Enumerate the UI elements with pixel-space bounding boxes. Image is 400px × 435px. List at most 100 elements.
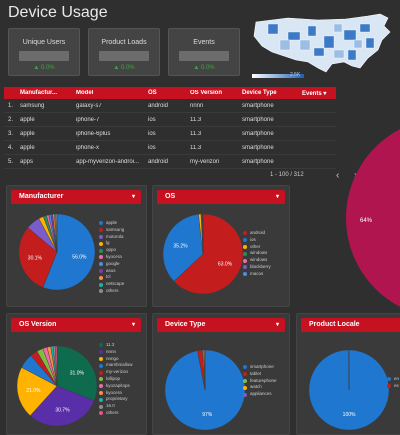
legend-swatch (99, 255, 103, 260)
col-device-type[interactable]: Device Type (242, 90, 302, 96)
legend-swatch (243, 238, 247, 243)
table-row[interactable]: 2. apple iphone-7 ios 11.3 smartphone (4, 113, 336, 127)
legend-item[interactable]: ios (243, 237, 271, 244)
legend-item[interactable]: lg (99, 240, 124, 247)
legend-label: tcl (106, 274, 111, 280)
legend-swatch (99, 275, 103, 280)
device-type-legend: smartphone tablet featurephone watch applian… (243, 364, 277, 398)
legend-item[interactable]: en (387, 376, 399, 383)
legend-item[interactable]: 11.3 (99, 342, 133, 349)
table-cell: apps (20, 158, 34, 165)
legend-swatch (99, 289, 103, 294)
pie-data-label: 35.2% (173, 244, 188, 250)
large-pie-chart[interactable]: 64% (346, 118, 400, 318)
map-legend-max: 2.5K (290, 72, 301, 78)
table-row[interactable]: 3. apple iphone-6plus ios 11.3 smartphone (4, 127, 336, 141)
legend-item[interactable]: windows (243, 250, 271, 257)
legend-item[interactable]: lollipop (99, 376, 133, 383)
table-cell: 11.3 (190, 116, 202, 123)
kpi-label: Product Loads (101, 39, 147, 46)
table-cell: nnnn (190, 102, 204, 109)
kpi-unique-users[interactable]: Unique Users ▲ 0.0% (8, 28, 80, 76)
legend-swatch (243, 258, 247, 263)
os-panel: OS ▾ 63.0% 35.2% android ios other windows wi… (152, 185, 290, 307)
table-cell: apple (20, 116, 35, 123)
legend-item[interactable]: tcl (99, 274, 124, 281)
col-model[interactable]: Model (76, 90, 148, 96)
col-events[interactable]: Events ▾ (302, 90, 336, 97)
table-cell: 1. (8, 102, 14, 109)
us-map-geo-chart[interactable]: 2.5K (248, 10, 400, 82)
legend-item[interactable]: kyocera (99, 254, 124, 261)
device-type-panel: Device Type ▾ 97% smartphone tablet featur… (152, 313, 290, 435)
legend-item[interactable]: google (99, 261, 124, 268)
kpi-product-loads[interactable]: Product Loads ▲ 0.0% (88, 28, 160, 76)
prev-page-button[interactable]: ‹ (336, 170, 339, 181)
table-row[interactable]: 4. apple iphone-x ios 11.3 smartphone (4, 141, 336, 155)
legend-item[interactable]: apple (99, 220, 124, 227)
manufacturer-pie-chart: 56.0% 30.1% (18, 213, 96, 291)
legend-item[interactable]: 16.0 (99, 403, 133, 410)
os-legend: android ios other windows windows blackberry m… (243, 230, 271, 278)
legend-label: windows (250, 257, 268, 263)
legend-item[interactable]: macos (243, 271, 271, 278)
legend-item[interactable]: watch (243, 384, 277, 391)
legend-item[interactable]: proprietary (99, 396, 133, 403)
large-pie-label: 64% (360, 218, 373, 224)
legend-item[interactable]: samsung (99, 227, 124, 234)
legend-label: marshmallow (106, 362, 133, 368)
legend-label: en (394, 376, 400, 381)
legend-label: macos (250, 270, 264, 276)
legend-label: ios (250, 236, 256, 242)
legend-item[interactable]: featurephone (243, 378, 277, 385)
legend-item[interactable]: android (243, 230, 271, 237)
table-cell: apple (20, 144, 35, 151)
legend-label: samsung (106, 226, 125, 232)
product-locale-panel: Product Locale 100% en es (296, 313, 400, 435)
legend-label: oppo (106, 247, 117, 253)
legend-item[interactable]: es (387, 383, 399, 390)
legend-item[interactable]: smartphone (243, 364, 277, 371)
legend-swatch (99, 228, 103, 233)
legend-item[interactable]: kyozapitops (99, 383, 133, 390)
legend-item[interactable]: nnngo (99, 356, 133, 363)
legend-item[interactable]: kyocera (99, 390, 133, 397)
legend-label: proprietary (106, 396, 128, 402)
pie-data-label: 31.0% (70, 371, 85, 377)
legend-item[interactable]: my-verizon (99, 369, 133, 376)
table-cell: android (148, 158, 169, 165)
legend-item[interactable]: motorola (99, 234, 124, 241)
legend-item[interactable]: windows (243, 257, 271, 264)
col-os-version[interactable]: OS Version (190, 90, 242, 96)
table-cell: ios (148, 116, 156, 123)
col-os[interactable]: OS (148, 90, 190, 96)
table-cell: ios (148, 144, 156, 151)
legend-swatch (387, 377, 391, 382)
legend-item[interactable]: others (99, 288, 124, 295)
legend-label: windows (250, 250, 268, 256)
kpi-events[interactable]: Events ▲ 0.0% (168, 28, 240, 76)
legend-item[interactable]: marshmallow (99, 362, 133, 369)
page-title: Device Usage (8, 4, 108, 21)
legend-item[interactable]: others (99, 410, 133, 417)
legend-swatch (243, 244, 247, 249)
table-row[interactable]: 1. samsung galaxy-s7 android nnnn smartphone (4, 99, 336, 113)
table-header: Manufactur... Model OS OS Version Device… (4, 87, 336, 99)
legend-swatch (387, 384, 391, 389)
legend-item[interactable]: asus (99, 268, 124, 275)
legend-item[interactable]: appliances (243, 391, 277, 398)
legend-item[interactable]: other (243, 244, 271, 251)
legend-item[interactable]: oppo (99, 247, 124, 254)
col-manufacturer[interactable]: Manufactur... (20, 90, 76, 96)
legend-item[interactable]: blackberry (243, 264, 271, 271)
table-row[interactable]: 5. apps app-myverizon-androi... android my-v… (4, 155, 336, 169)
legend-swatch (243, 392, 247, 397)
kpi-value-redacted (179, 51, 229, 61)
table-cell: smartphone (242, 144, 274, 151)
legend-item[interactable]: tablet (243, 371, 277, 378)
legend-item[interactable]: netscape (99, 281, 124, 288)
table-cell: iphone-7 (76, 116, 100, 123)
table-cell: 3. (8, 130, 14, 137)
pie-data-label: 30.1% (28, 256, 43, 262)
legend-item[interactable]: nnnn (99, 349, 133, 356)
